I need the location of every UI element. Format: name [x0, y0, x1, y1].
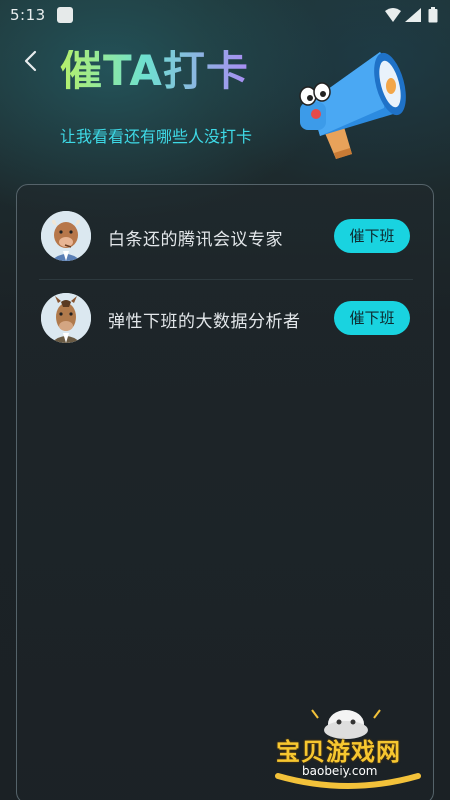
urge-off-work-button[interactable]: 催下班 [334, 301, 410, 335]
status-bar: 5:13 [0, 0, 450, 30]
screen: 5:13 催TA打卡 让我看看还有哪些人没打卡 白条还的腾讯会议专家 催下班 弹… [0, 0, 450, 800]
list-item: 弹性下班的大数据分析者 催下班 [17, 279, 435, 359]
cow-avatar-icon [41, 211, 91, 261]
battery-icon [428, 7, 438, 23]
list-item: 白条还的腾讯会议专家 催下班 [17, 197, 435, 277]
signal-icon [405, 8, 421, 22]
member-name: 弹性下班的大数据分析者 [108, 312, 301, 332]
avatar [41, 293, 91, 343]
horse-avatar-icon [41, 293, 91, 343]
chevron-left-icon[interactable] [18, 46, 44, 76]
member-name: 白条还的腾讯会议专家 [108, 230, 283, 250]
notification-icon [57, 7, 73, 23]
wifi-icon [385, 8, 401, 22]
page-title: 催TA打卡 [60, 46, 249, 95]
watermark-url: baobeiy.com [302, 764, 378, 778]
watermark: 宝贝游戏网 baobeiy.com [268, 700, 428, 792]
watermark-text: 宝贝游戏网 [276, 738, 401, 766]
megaphone-mascot-icon [299, 52, 406, 159]
avatar [41, 211, 91, 261]
status-time: 5:13 [10, 6, 46, 24]
urge-off-work-button[interactable]: 催下班 [334, 219, 410, 253]
page-subtitle: 让我看看还有哪些人没打卡 [60, 127, 253, 146]
